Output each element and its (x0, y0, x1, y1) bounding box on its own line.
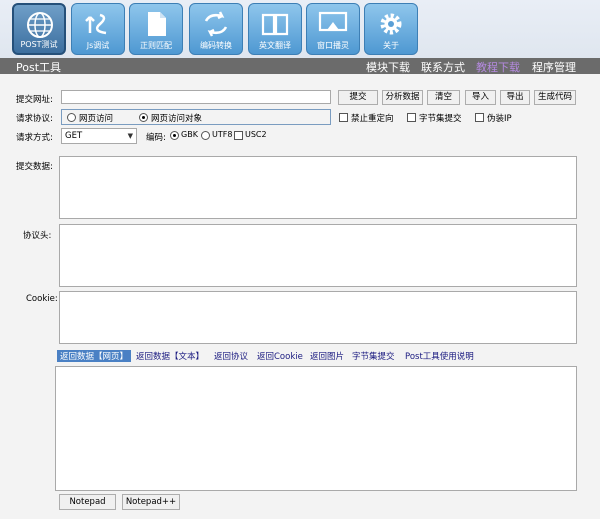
submit-data-label: 提交数据: (16, 162, 53, 172)
encoding-radio-utf8[interactable] (201, 131, 210, 140)
headers-label: 协议头: (23, 231, 52, 241)
tab-return-cookie[interactable]: 返回Cookie (257, 350, 303, 362)
byte-submit-label: 字节集提交 (419, 114, 462, 124)
url-input[interactable] (61, 90, 331, 104)
main-toolbar: POST测试 Js调试 正则匹配 编码转换 英文翻译 窗口播灵 关于 (0, 0, 600, 58)
toolbar-label: POST测试 (20, 40, 58, 49)
tab-return-text[interactable]: 返回数据【文本】 (136, 350, 204, 362)
encoding-radio-gbk[interactable] (170, 131, 179, 140)
toolbar-label: 正则匹配 (140, 41, 172, 50)
protocol-option-label: 网页访问对象 (151, 114, 203, 124)
cookie-label: Cookie: (26, 294, 58, 304)
globe-icon (27, 12, 53, 38)
tab-byte-submit[interactable]: 字节集提交 (352, 350, 395, 362)
encoding-option-label: GBK (181, 130, 198, 139)
toolbar-js-debug-button[interactable]: Js调试 (71, 3, 125, 55)
no-redirect-label: 禁止重定向 (351, 114, 394, 124)
toolbar-regex-button[interactable]: 正则匹配 (129, 3, 183, 55)
no-redirect-checkbox[interactable] (339, 113, 348, 122)
tab-return-web[interactable]: 返回数据【网页】 (57, 350, 132, 362)
encoding-label: 编码: (146, 133, 166, 143)
notepad-button[interactable]: Notepad (59, 494, 116, 510)
export-button[interactable]: 导出 (500, 90, 530, 105)
submit-button[interactable]: 提交 (338, 90, 378, 105)
js-icon (85, 13, 107, 35)
protocol-radio-web-object[interactable] (139, 113, 148, 122)
nav-module-download[interactable]: 模块下载 (366, 59, 410, 75)
protocol-option-label: 网页访问 (79, 114, 114, 124)
tab-return-protocol[interactable]: 返回协议 (214, 350, 248, 362)
toolbar-encoding-button[interactable]: 编码转换 (189, 3, 243, 55)
notepadpp-button[interactable]: Notepad++ (122, 494, 180, 510)
page-title: Post工具 (16, 61, 62, 74)
analyze-data-button[interactable]: 分析数据 (382, 90, 423, 105)
convert-icon (204, 11, 228, 37)
headers-textarea[interactable] (59, 224, 577, 287)
toolbar-label: 窗口播灵 (317, 41, 349, 50)
toolbar-label: 英文翻译 (259, 41, 291, 50)
toolbar-window-button[interactable]: 窗口播灵 (306, 3, 360, 55)
nav-contact[interactable]: 联系方式 (421, 59, 465, 75)
encoding-option-label: USC2 (245, 130, 267, 139)
fake-ip-label: 伪装IP (487, 114, 512, 124)
cookie-textarea[interactable] (59, 291, 577, 344)
fake-ip-checkbox[interactable] (475, 113, 484, 122)
method-select[interactable]: GET ▼ (61, 128, 137, 144)
encoding-option-label: UTF8 (212, 130, 233, 139)
toolbar-label: 关于 (383, 41, 399, 50)
result-panel[interactable] (55, 366, 577, 491)
protocol-group: 网页访问 网页访问对象 (61, 109, 331, 125)
byte-submit-checkbox[interactable] (407, 113, 416, 122)
toolbar-translate-button[interactable]: 英文翻译 (248, 3, 302, 55)
clear-button[interactable]: 清空 (427, 90, 460, 105)
title-bar: Post工具 模块下载 联系方式 教程下载 程序管理 (0, 58, 600, 74)
submit-data-textarea[interactable] (59, 156, 577, 219)
nav-tutorial-download[interactable]: 教程下载 (476, 59, 520, 75)
toolbar-label: Js调试 (86, 41, 110, 50)
protocol-radio-web[interactable] (67, 113, 76, 122)
window-icon (318, 11, 348, 32)
document-icon (148, 12, 166, 36)
nav-program-manage[interactable]: 程序管理 (532, 59, 576, 75)
toolbar-post-test-button[interactable]: POST测试 (12, 3, 66, 55)
protocol-label: 请求协议: (16, 114, 53, 124)
toolbar-about-button[interactable]: 关于 (364, 3, 418, 55)
method-value: GET (65, 131, 83, 141)
url-label: 提交网址: (16, 95, 53, 105)
toolbar-label: 编码转换 (200, 41, 232, 50)
tab-usage-guide[interactable]: Post工具使用说明 (405, 350, 474, 362)
encoding-usc2-checkbox[interactable] (234, 131, 243, 140)
gear-icon (380, 13, 402, 35)
book-icon (261, 13, 289, 36)
generate-code-button[interactable]: 生成代码 (534, 90, 576, 105)
import-button[interactable]: 导入 (465, 90, 496, 105)
chevron-down-icon: ▼ (127, 132, 133, 140)
tab-return-image[interactable]: 返回图片 (310, 350, 344, 362)
method-label: 请求方式: (16, 133, 53, 143)
